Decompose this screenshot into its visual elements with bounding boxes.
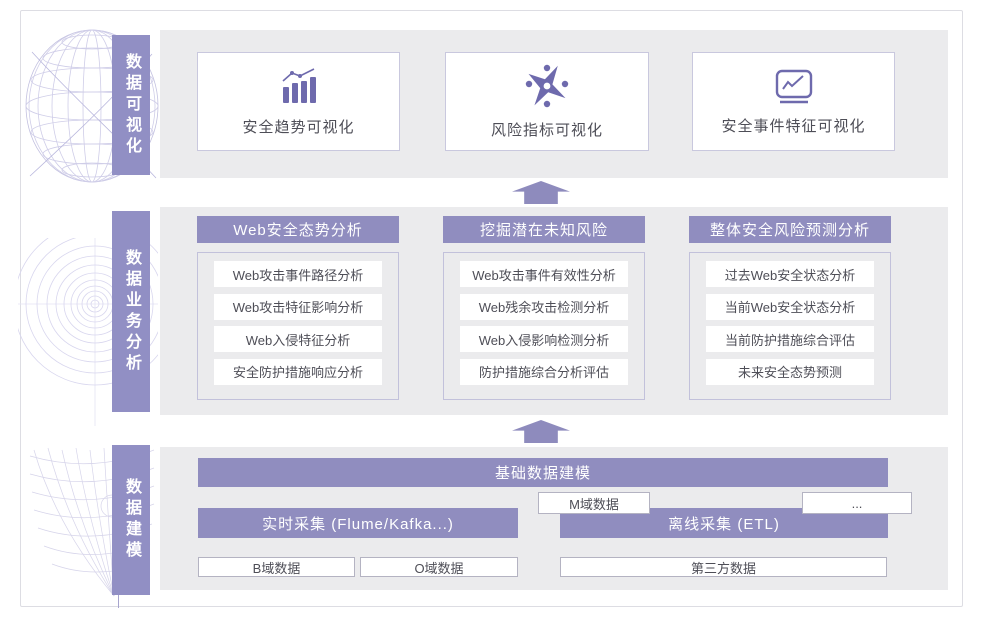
analysis-item: Web攻击事件有效性分析 — [460, 261, 628, 287]
bar-chart-trend-icon — [279, 67, 319, 105]
analysis-item-group: Web攻击事件有效性分析 Web残余攻击检测分析 Web入侵影响检测分析 防护措… — [443, 252, 645, 400]
analysis-item-group: Web攻击事件路径分析 Web攻击特征影响分析 Web入侵特征分析 安全防护措施… — [197, 252, 399, 400]
analysis-item: 过去Web安全状态分析 — [706, 261, 874, 287]
third-party-data-box: 第三方数据 — [560, 557, 887, 577]
visualization-card-label: 风险指标可视化 — [491, 119, 603, 140]
analysis-item-group: 过去Web安全状态分析 当前Web安全状态分析 当前防护措施综合评估 未来安全态… — [689, 252, 891, 400]
base-modeling-bar: 基础数据建模 — [198, 458, 888, 487]
analysis-column-web-posture: Web安全态势分析 Web攻击事件路径分析 Web攻击特征影响分析 Web入侵特… — [197, 216, 399, 400]
o-domain-data-box: O域数据 — [360, 557, 518, 577]
analysis-item: Web入侵特征分析 — [214, 326, 382, 352]
realtime-collection-bar: 实时采集 (Flume/Kafka...) — [198, 508, 518, 538]
band-label-data-business-analysis: 数据业务分析 — [112, 211, 150, 412]
analysis-item: Web攻击事件路径分析 — [214, 261, 382, 287]
band-label-text: 数据建模 — [123, 478, 139, 562]
analysis-column-header: Web安全态势分析 — [197, 216, 399, 243]
visualization-card-risk: 风险指标可视化 — [445, 52, 649, 151]
analysis-column-risk-forecast: 整体安全风险预测分析 过去Web安全状态分析 当前Web安全状态分析 当前防护措… — [689, 216, 891, 400]
visualization-card-label: 安全事件特征可视化 — [721, 115, 865, 136]
visualization-card-label: 安全趋势可视化 — [242, 116, 354, 137]
compass-icon — [525, 64, 569, 108]
visualization-card-events: 安全事件特征可视化 — [692, 52, 895, 151]
analysis-item: Web入侵影响检测分析 — [460, 326, 628, 352]
analysis-item: Web残余攻击检测分析 — [460, 294, 628, 320]
analysis-item: Web攻击特征影响分析 — [214, 294, 382, 320]
analysis-item: 安全防护措施响应分析 — [214, 359, 382, 385]
analysis-column-header: 整体安全风险预测分析 — [689, 216, 891, 243]
visualization-card-trend: 安全趋势可视化 — [197, 52, 400, 151]
band-label-data-modeling: 数据建模 — [112, 445, 150, 595]
architecture-diagram: 数据可视化 安全趋势可视化 风险指标可视化 — [0, 0, 983, 619]
band-label-text: 数据可视化 — [123, 53, 139, 158]
analysis-item: 未来安全态势预测 — [706, 359, 874, 385]
monitor-chart-icon — [773, 68, 815, 104]
analysis-column-header: 挖掘潜在未知风险 — [443, 216, 645, 243]
band-label-text: 数据业务分析 — [123, 249, 139, 375]
analysis-column-unknown-risk: 挖掘潜在未知风险 Web攻击事件有效性分析 Web残余攻击检测分析 Web入侵影… — [443, 216, 645, 400]
analysis-item: 防护措施综合分析评估 — [460, 359, 628, 385]
ellipsis-box: ... — [802, 492, 912, 514]
analysis-item: 当前Web安全状态分析 — [706, 294, 874, 320]
analysis-item: 当前防护措施综合评估 — [706, 326, 874, 352]
b-domain-data-box: B域数据 — [198, 557, 355, 577]
band-label-data-visualization: 数据可视化 — [112, 35, 150, 175]
strip-tail-line — [118, 595, 119, 608]
m-domain-data-box: M域数据 — [538, 492, 650, 514]
